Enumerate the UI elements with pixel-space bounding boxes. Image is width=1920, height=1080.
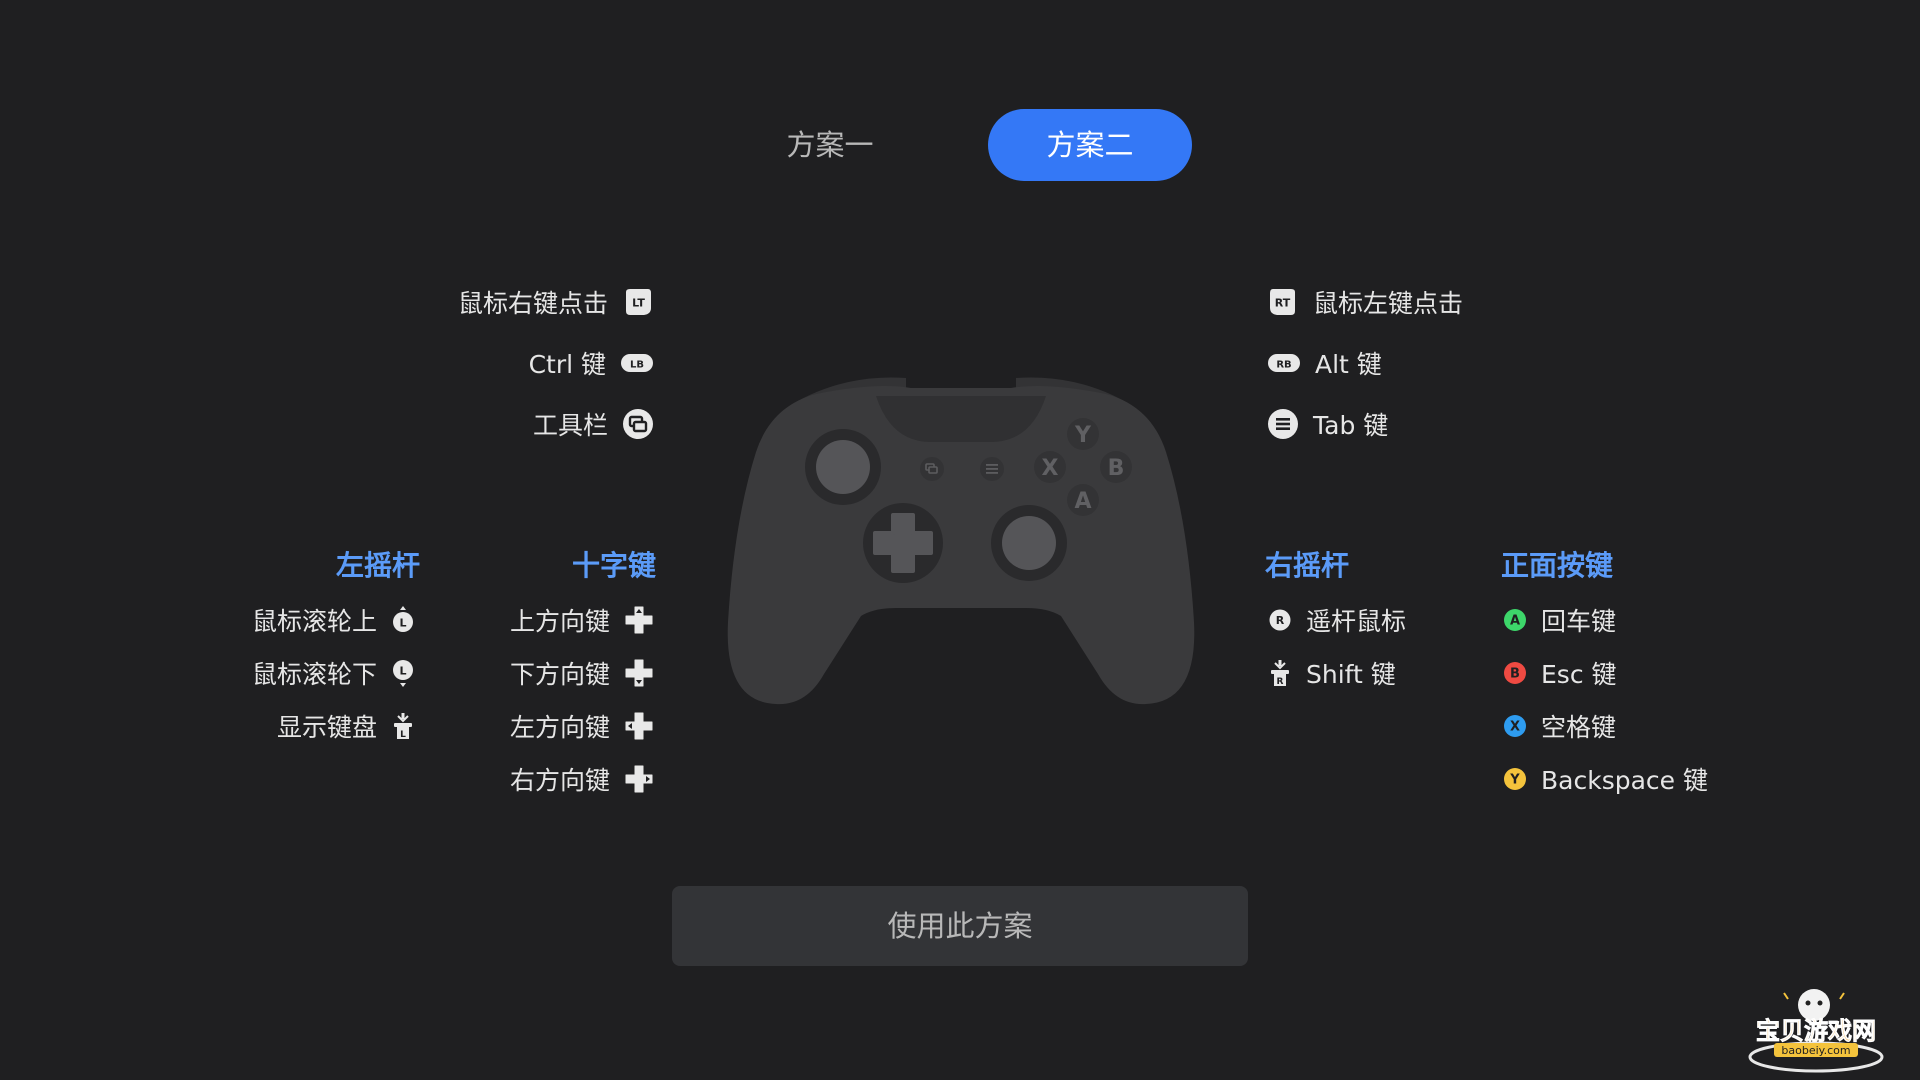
mapping-label: 工具栏	[532, 411, 608, 440]
a-button-icon: A	[1503, 608, 1527, 632]
right-stick-press-icon: R	[1268, 658, 1292, 688]
dpad-left-icon	[624, 711, 654, 741]
mapping-label: 鼠标滚轮下	[251, 660, 377, 689]
mapping-left-stick-up: 鼠标滚轮上 L	[252, 600, 415, 640]
left-stick-up-icon: L	[391, 605, 415, 635]
mapping-x-button: X 空格键	[1503, 706, 1616, 746]
mapping-label: Ctrl 键	[528, 350, 606, 379]
mapping-label: 下方向键	[509, 660, 610, 689]
mapping-label: 空格键	[1541, 713, 1617, 742]
svg-text:L: L	[399, 617, 406, 630]
gamepad-config-screen: 方案一 方案二 鼠标右键点击 LT Ctrl 键 LB 工具栏 RT 鼠标左键点…	[0, 0, 1920, 1080]
svg-text:A: A	[1074, 489, 1091, 514]
left-stick	[816, 440, 870, 494]
svg-text:LB: LB	[630, 360, 644, 371]
mapping-label: 遥杆鼠标	[1306, 607, 1407, 636]
right-stick	[1002, 516, 1056, 570]
mapping-label: 右方向键	[509, 766, 610, 795]
dpad-up-icon	[624, 605, 654, 635]
svg-text:Y: Y	[1074, 423, 1092, 448]
mapping-label: Esc 键	[1541, 660, 1617, 689]
mapping-label: 上方向键	[509, 607, 610, 636]
mapping-view: 工具栏	[533, 404, 654, 444]
y-button-icon: Y	[1503, 767, 1527, 791]
view-button-icon	[622, 408, 654, 440]
b-button-icon: B	[1503, 661, 1527, 685]
lb-bumper-icon: LB	[620, 352, 654, 374]
menu-button-icon	[1267, 408, 1299, 440]
svg-text:B: B	[1108, 456, 1125, 481]
svg-text:L: L	[399, 665, 406, 678]
gamepad-illustration: Y X B A	[726, 372, 1196, 716]
x-button-icon: X	[1503, 714, 1527, 738]
mapping-left-stick-press: 显示键盘 L	[277, 706, 415, 746]
mapping-label: 左方向键	[509, 713, 610, 742]
mapping-label: 回车键	[1541, 607, 1617, 636]
dpad-right-icon	[624, 764, 654, 794]
mapping-b-button: B Esc 键	[1503, 653, 1617, 693]
svg-text:A: A	[1510, 614, 1520, 629]
svg-text:Y: Y	[1509, 773, 1520, 788]
svg-text:R: R	[1277, 677, 1284, 687]
left-stick-down-icon: L	[391, 658, 415, 688]
tab-scheme-2[interactable]: 方案二	[988, 109, 1192, 181]
mapping-dpad-up: 上方向键	[510, 600, 654, 640]
watermark-title: 宝贝游戏网	[1756, 1017, 1876, 1045]
tab-scheme-1[interactable]: 方案一	[742, 109, 918, 181]
right-stick-heading: 右摇杆	[1265, 549, 1350, 582]
mapping-dpad-right: 右方向键	[510, 759, 654, 799]
mapping-dpad-left: 左方向键	[510, 706, 654, 746]
mapping-label: 鼠标左键点击	[1313, 289, 1464, 318]
mapping-label: Backspace 键	[1541, 766, 1708, 795]
mapping-label: 鼠标右键点击	[457, 289, 608, 318]
left-stick-heading: 左摇杆	[335, 549, 420, 582]
right-stick-icon: R	[1268, 608, 1292, 632]
mapping-lt: 鼠标右键点击 LT	[458, 282, 654, 322]
use-scheme-button[interactable]: 使用此方案	[672, 886, 1248, 966]
mapping-left-stick-down: 鼠标滚轮下 L	[252, 653, 415, 693]
dpad-heading: 十字键	[571, 549, 656, 582]
svg-text:RB: RB	[1276, 360, 1291, 371]
svg-text:X: X	[1510, 720, 1520, 735]
svg-text:B: B	[1510, 667, 1520, 682]
left-stick-press-icon: L	[391, 711, 415, 741]
svg-text:X: X	[1042, 456, 1059, 481]
mapping-rt: RT 鼠标左键点击	[1267, 282, 1463, 322]
mapping-dpad-down: 下方向键	[510, 653, 654, 693]
mapping-label: 鼠标滚轮上	[251, 607, 377, 636]
svg-text:LT: LT	[632, 297, 645, 310]
face-buttons-heading: 正面按键	[1501, 549, 1614, 582]
mapping-label: Shift 键	[1306, 660, 1396, 689]
mapping-right-stick-press: R Shift 键	[1268, 653, 1396, 693]
mapping-label: 显示键盘	[276, 713, 377, 742]
mapping-menu: Tab 键	[1267, 404, 1388, 444]
watermark-subtitle: baobeiy.com	[1781, 1044, 1850, 1057]
mapping-a-button: A 回车键	[1503, 600, 1616, 640]
site-watermark-logo: 宝贝游戏网 baobeiy.com	[1744, 985, 1914, 1079]
mapping-label: Tab 键	[1313, 411, 1389, 440]
mapping-lb: Ctrl 键 LB	[529, 343, 654, 383]
mapping-label: Alt 键	[1315, 350, 1382, 379]
mapping-right-stick: R 遥杆鼠标	[1268, 600, 1406, 640]
dpad-down-icon	[624, 658, 654, 688]
mapping-rb: RB Alt 键	[1267, 343, 1382, 383]
mapping-y-button: Y Backspace 键	[1503, 759, 1708, 799]
svg-text:L: L	[400, 730, 406, 740]
lt-trigger-icon: LT	[622, 286, 654, 318]
svg-text:RT: RT	[1275, 297, 1291, 310]
svg-text:R: R	[1276, 614, 1285, 627]
rt-trigger-icon: RT	[1267, 286, 1299, 318]
rb-bumper-icon: RB	[1267, 352, 1301, 374]
